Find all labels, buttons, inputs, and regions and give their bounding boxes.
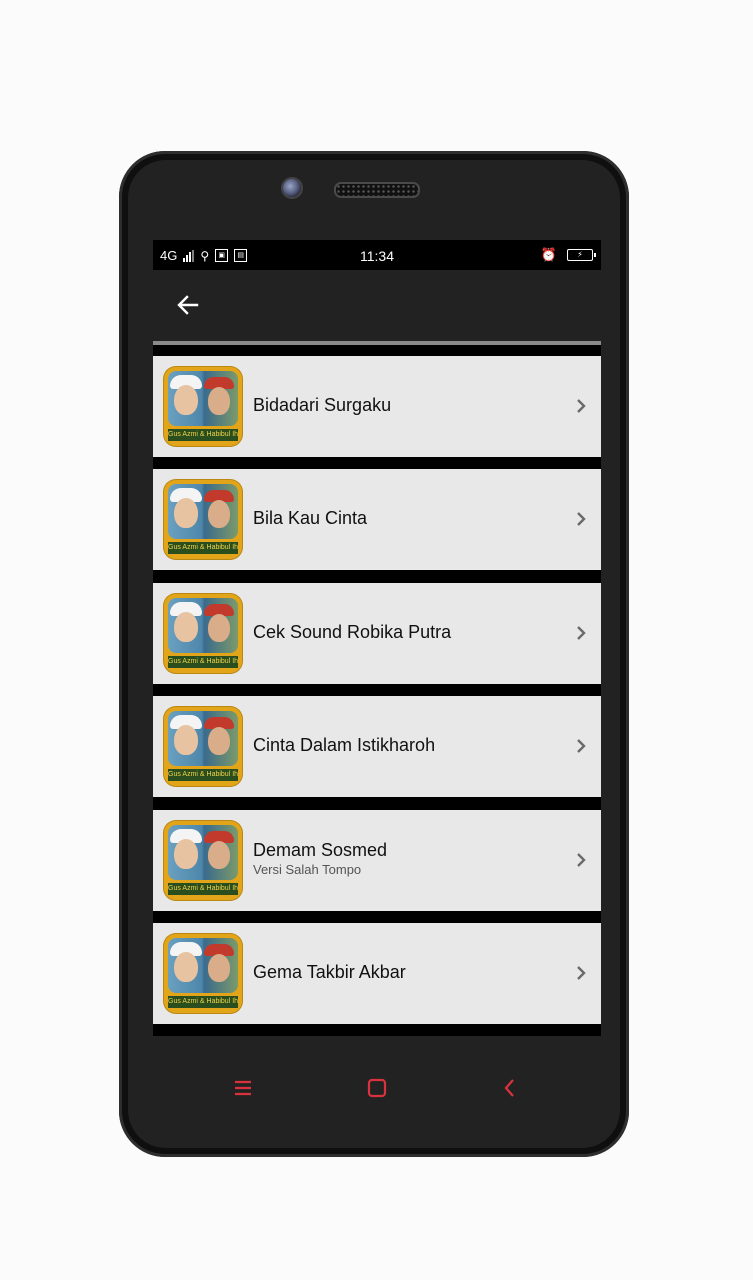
song-title: Cek Sound Robika Putra xyxy=(253,621,452,642)
song-title: Bila Kau Cinta xyxy=(253,508,368,529)
thumbnail-caption: Gus Azmi & Habibul Ihsan xyxy=(168,655,238,668)
status-time: 11:34 xyxy=(360,248,394,264)
battery-icon: ⚡ xyxy=(567,249,596,261)
list-item[interactable]: Gus Azmi & Habibul Ihsan Cek Sound Robik… xyxy=(153,582,601,684)
song-thumbnail: Gus Azmi & Habibul Ihsan xyxy=(164,707,242,787)
list-item[interactable]: Gus Azmi & Habibul Ihsan Bidadari Surgak… xyxy=(153,356,601,457)
navigation-bar xyxy=(153,1055,601,1121)
list-item[interactable]: Gus Azmi & Habibul Ihsan Cinta Dalam Ist… xyxy=(153,696,601,798)
chevron-right-icon xyxy=(577,966,586,980)
thumbnail-caption: Gus Azmi & Habibul Ihsan xyxy=(168,429,238,441)
thumbnail-caption: Gus Azmi & Habibul Ihsan xyxy=(168,995,238,1008)
screen: 4G ⚲ ▣ ▤ 11:34 ⏰ ⚡ Gus Azmi & Habibul Ih… xyxy=(153,240,601,1036)
song-title: Demam Sosmed xyxy=(253,839,388,860)
song-thumbnail: Gus Azmi & Habibul Ihsan xyxy=(164,593,242,673)
alarm-icon: ⏰ xyxy=(540,247,557,262)
list-item[interactable]: Gus Azmi & Habibul Ihsan Demam Sosmed Ve… xyxy=(153,809,601,911)
list-item[interactable]: Gus Azmi & Habibul Ihsan Bila Kau Cinta xyxy=(153,469,601,571)
app-bar-divider xyxy=(153,341,601,345)
status-right: ⏰ ⚡ xyxy=(540,247,596,263)
thumbnail-caption: Gus Azmi & Habibul Ihsan xyxy=(168,882,238,895)
home-square-icon[interactable] xyxy=(364,1075,390,1101)
song-title: Cinta Dalam Istikharoh xyxy=(253,735,436,756)
thumbnail-caption: Gus Azmi & Habibul Ihsan xyxy=(168,769,238,782)
back-chevron-icon[interactable] xyxy=(497,1075,523,1101)
song-thumbnail: Gus Azmi & Habibul Ihsan xyxy=(164,820,242,900)
status-bar: 4G ⚲ ▣ ▤ 11:34 ⏰ ⚡ xyxy=(153,240,601,270)
song-title: Gema Takbir Akbar xyxy=(253,961,406,982)
chevron-right-icon xyxy=(577,852,586,867)
song-subtitle: Versi Salah Tompo xyxy=(253,861,362,877)
song-thumbnail: Gus Azmi & Habibul Ihsan xyxy=(164,933,242,1013)
chevron-right-icon xyxy=(577,512,586,527)
song-list: Gus Azmi & Habibul Ihsan Bidadari Surgak… xyxy=(153,356,601,1036)
chevron-right-icon xyxy=(577,739,586,754)
app-bar xyxy=(153,270,601,341)
song-thumbnail: Gus Azmi & Habibul Ihsan xyxy=(164,480,242,560)
song-thumbnail: Gus Azmi & Habibul Ihsan xyxy=(164,367,242,446)
chevron-right-icon xyxy=(577,625,586,640)
thumbnail-caption: Gus Azmi & Habibul Ihsan xyxy=(168,542,238,555)
song-title: Bidadari Surgaku xyxy=(253,395,392,415)
list-item[interactable]: Gus Azmi & Habibul Ihsan Gema Takbir Akb… xyxy=(153,922,601,1024)
arrow-left-icon[interactable] xyxy=(173,290,203,320)
menu-icon[interactable] xyxy=(230,1075,256,1101)
front-camera xyxy=(283,179,301,197)
chevron-right-icon xyxy=(577,399,586,413)
earpiece-speaker xyxy=(334,182,420,198)
